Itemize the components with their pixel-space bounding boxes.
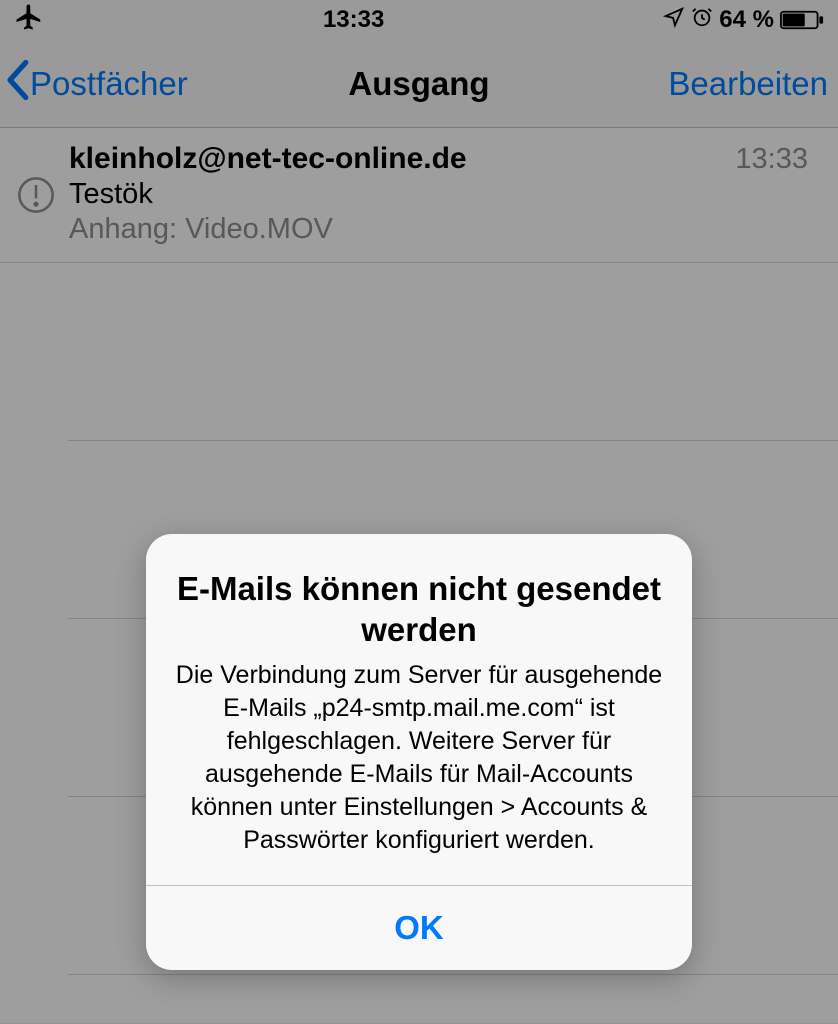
alert-content: E-Mails können nicht gesendet werden Die… xyxy=(146,534,692,885)
alert-title: E-Mails können nicht gesendet werden xyxy=(174,568,664,651)
alert-message: Die Verbindung zum Server für ausgehende… xyxy=(174,659,664,857)
alert-ok-button[interactable]: OK xyxy=(146,886,692,970)
alert-dialog: E-Mails können nicht gesendet werden Die… xyxy=(146,534,692,970)
